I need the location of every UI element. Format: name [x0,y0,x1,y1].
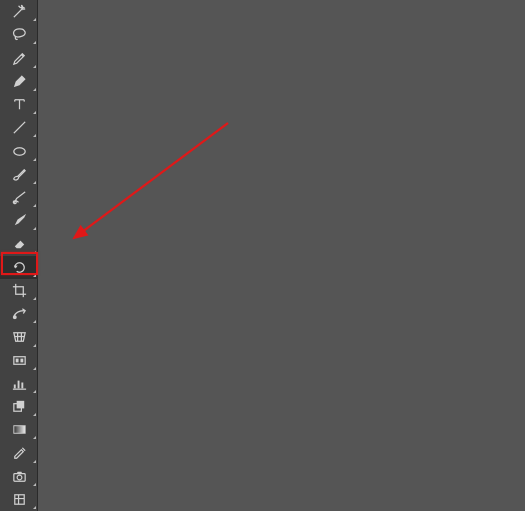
retouch-icon [11,305,28,322]
ellipse-tool[interactable] [0,139,38,162]
layer-tool[interactable] [0,395,38,418]
eraser-icon [11,235,28,252]
rotate-icon [11,259,28,276]
perspective-crop-tool[interactable] [0,325,38,348]
retouch-tool[interactable] [0,302,38,325]
brush-icon [11,166,28,183]
layer-icon [11,398,28,415]
eyedropper-tool[interactable] [0,441,38,464]
chart-brush-tool[interactable] [0,372,38,395]
crop-icon [11,282,28,299]
crop-tool[interactable] [0,279,38,302]
rotate-view-tool[interactable] [0,256,38,279]
paint-brush-tool[interactable] [0,209,38,232]
detail-icon [11,491,28,508]
canvas-area[interactable] [38,0,525,511]
clone-stamp-tool[interactable] [0,349,38,372]
ellipse-icon [11,143,28,160]
camera-data-tool[interactable] [0,465,38,488]
pencil-icon [11,50,28,67]
type-tool[interactable] [0,93,38,116]
gradient-tool[interactable] [0,418,38,441]
line-icon [11,119,28,136]
pen-icon [11,73,28,90]
toolbar [0,0,38,511]
brush-tool[interactable] [0,163,38,186]
eyedropper-icon [11,445,28,462]
eraser-tool[interactable] [0,232,38,255]
line-tool[interactable] [0,116,38,139]
gradient-icon [11,421,28,438]
type-icon [11,96,28,113]
lasso-tool[interactable] [0,23,38,46]
scene-brush-icon [11,189,28,206]
paint-brush-icon [11,212,28,229]
pen-tool[interactable] [0,70,38,93]
camera-icon [11,468,28,485]
detail-tool[interactable] [0,488,38,511]
perspective-crop-icon [11,328,28,345]
scene-brush-tool[interactable] [0,186,38,209]
clone-stamp-icon [11,352,28,369]
lasso-icon [11,26,28,43]
magic-wand-icon [11,3,28,20]
pencil-tool[interactable] [0,46,38,69]
magic-wand-tool[interactable] [0,0,38,23]
chart-icon [11,375,28,392]
